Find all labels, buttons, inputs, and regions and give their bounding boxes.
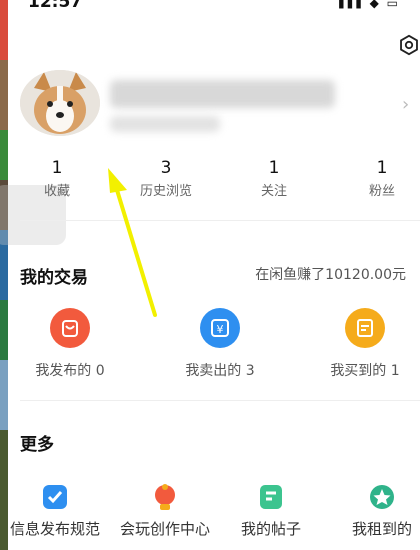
- trade-item-label: 我买到的 1: [330, 363, 400, 379]
- more-item-label: 会玩创作中心: [119, 520, 210, 538]
- status-indicators: ▮▮▮ ◆ ▭: [337, 0, 400, 10]
- bought-receipt-icon: [345, 308, 385, 348]
- stat-following[interactable]: 1 关注: [229, 158, 319, 199]
- blurred-username: [110, 80, 335, 108]
- stat-value: 1: [51, 158, 63, 178]
- background-strip: [0, 0, 8, 550]
- trade-item-label: 我发布的 0: [35, 363, 105, 379]
- trade-item-bought[interactable]: 我买到的 1: [295, 308, 420, 380]
- status-time: 12:57: [28, 0, 83, 12]
- trade-item-sold[interactable]: ¥ 我卖出的 3: [150, 308, 290, 380]
- more-item-label: 我租到的: [351, 520, 412, 538]
- profile-chevron-icon[interactable]: ›: [402, 94, 409, 115]
- more-section-title: 更多: [20, 435, 54, 455]
- stat-fans[interactable]: 1 粉丝: [337, 158, 420, 199]
- corgi-avatar-image: [20, 70, 100, 136]
- stat-label: 粉丝: [368, 184, 395, 199]
- more-item-rented[interactable]: 我租到的: [322, 482, 420, 539]
- stat-history[interactable]: 3 历史浏览: [121, 158, 211, 199]
- stat-label: 收藏: [43, 184, 70, 199]
- more-item-posting-rules[interactable]: 信息发布规范: [0, 482, 115, 539]
- stat-label: 关注: [260, 184, 287, 199]
- blurred-user-info: [110, 116, 220, 132]
- more-item-my-posts[interactable]: 我的帖子: [211, 482, 331, 539]
- stat-value: 3: [160, 158, 172, 178]
- trade-item-label: 我卖出的 3: [185, 363, 255, 379]
- post-icon: [256, 482, 286, 512]
- svg-text:¥: ¥: [217, 323, 224, 336]
- more-item-label: 我的帖子: [240, 520, 301, 538]
- bulb-icon: [150, 482, 180, 512]
- earnings-summary[interactable]: 在闲鱼赚了10120.00元: [255, 264, 406, 284]
- section-divider: [20, 220, 420, 221]
- more-item-creator-center[interactable]: 会玩创作中心: [105, 482, 225, 539]
- avatar[interactable]: [20, 70, 100, 136]
- trade-item-published[interactable]: 我发布的 0: [0, 308, 140, 380]
- published-bag-icon: [50, 308, 90, 348]
- stat-value: 1: [268, 158, 280, 178]
- gear-icon[interactable]: [398, 34, 420, 56]
- star-badge-icon: [367, 482, 397, 512]
- stat-value: 1: [376, 158, 388, 178]
- yen-sold-icon: ¥: [200, 308, 240, 348]
- check-doc-icon: [40, 482, 70, 512]
- more-item-label: 信息发布规范: [9, 520, 100, 538]
- status-bar: 12:57 ▮▮▮ ◆ ▭: [0, 0, 420, 14]
- stat-favorites[interactable]: 1 收藏: [12, 158, 102, 199]
- section-divider: [20, 400, 420, 401]
- stat-label: 历史浏览: [139, 184, 192, 199]
- trade-section-title: 我的交易: [20, 268, 88, 288]
